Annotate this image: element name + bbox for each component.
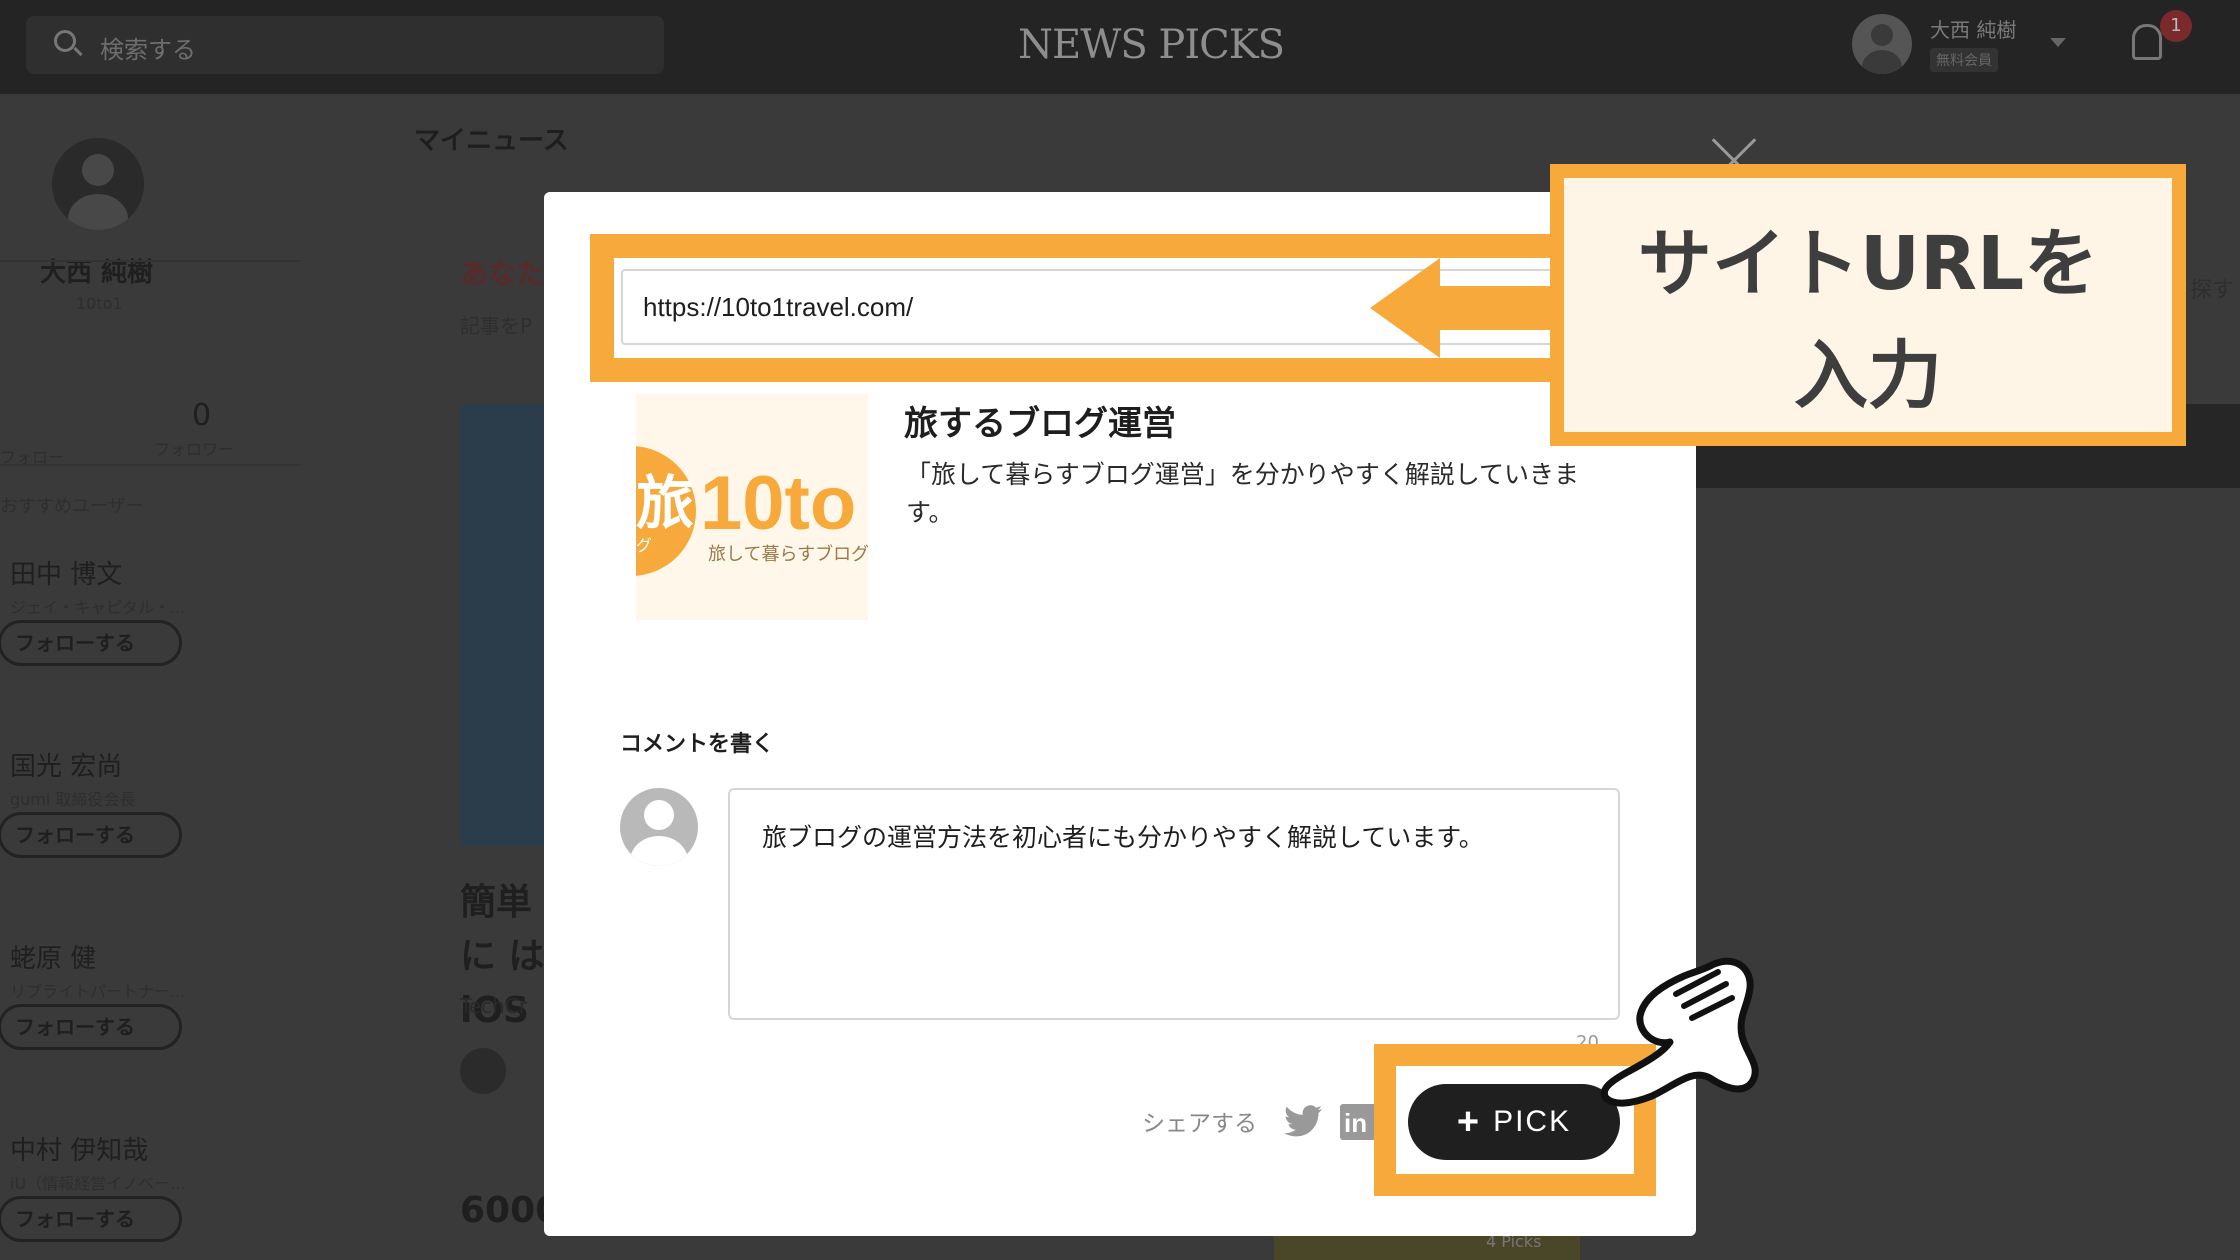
follower-label[interactable]: フォロワー — [154, 436, 234, 460]
chevron-down-icon[interactable] — [2050, 38, 2066, 47]
annotation-callout: サイトURLを 入力 — [1550, 164, 2186, 446]
callout-text: サイトURLを 入力 — [1564, 208, 2172, 432]
notification-badge: 1 — [2160, 10, 2192, 42]
preview-title: 旅するブログ運営 — [904, 404, 1176, 444]
commenter-avatar — [620, 788, 698, 866]
plus-icon: + — [1456, 1101, 1482, 1143]
left-sidebar: 大西 純樹 10to1 0 フォロー フォロワー おすすめユーザー 田中 博文 … — [0, 94, 300, 1260]
linkedin-icon[interactable]: in — [1340, 1104, 1376, 1140]
user-name[interactable]: 蛯原 健 — [10, 938, 96, 975]
search-placeholder: 検索する — [100, 36, 196, 64]
page-title: マイニュース — [414, 126, 569, 156]
recommend-users-heading: おすすめユーザー — [0, 496, 144, 517]
pointer-hand-icon — [1600, 957, 1759, 1107]
profile-avatar[interactable] — [52, 138, 144, 230]
follow-button[interactable]: フォローする — [0, 812, 182, 858]
logo-small-char: グ — [636, 536, 653, 555]
source-avatar — [460, 1048, 506, 1094]
recommended-user: 蛯原 健 リブライトパートナー... フォローする — [0, 938, 300, 1098]
comment-label: コメントを書く — [620, 732, 775, 757]
article-source: TechCr — [460, 994, 527, 1018]
member-badge: 無料会員 — [1930, 48, 1998, 72]
twitter-icon[interactable] — [1284, 1104, 1324, 1140]
profile-id: 10to1 — [76, 294, 123, 313]
pick-button[interactable]: + PICK — [1408, 1084, 1620, 1160]
follow-button[interactable]: フォローする — [0, 1196, 182, 1242]
follow-button[interactable]: フォローする — [0, 620, 182, 666]
user-title: リブライトパートナー... — [10, 982, 186, 1001]
right-panel-text: 探す — [2190, 278, 2235, 303]
user-name[interactable]: 国光 宏尚 — [10, 746, 122, 783]
search-icon — [54, 30, 76, 52]
header-username[interactable]: 大西 純樹 — [1930, 14, 2016, 43]
logo-circle-char: 旅 — [636, 469, 695, 537]
user-title: ジェイ・キャピタル・... — [10, 598, 186, 617]
pick-button-label: PICK — [1493, 1105, 1572, 1138]
bell-icon[interactable] — [2132, 24, 2162, 60]
top-navigation-bar: 検索する NEWS PICKS 大西 純樹 無料会員 1 — [0, 0, 2240, 94]
user-title: iU（情報経営イノベー... — [10, 1174, 186, 1193]
sidebar-divider — [0, 260, 300, 262]
share-label: シェアする — [1142, 1111, 1257, 1137]
user-avatar[interactable] — [1852, 14, 1912, 74]
newspicks-logo[interactable]: NEWS PICKS — [1018, 22, 1285, 68]
profile-name[interactable]: 大西 純樹 — [40, 252, 153, 289]
recommended-user: 中村 伊知哉 iU（情報経営イノベー... フォローする — [0, 1130, 300, 1260]
sidebar-divider — [0, 464, 300, 466]
callout-line: サイトURLを — [1637, 221, 2099, 307]
recommended-user: 田中 博文 ジェイ・キャピタル・... フォローする — [0, 554, 300, 714]
follow-button[interactable]: フォローする — [0, 1004, 182, 1050]
user-name[interactable]: 中村 伊知哉 — [10, 1130, 148, 1167]
brand-tagline: 旅して暮らすブログ — [708, 544, 868, 565]
follower-count[interactable]: 0 — [192, 398, 211, 433]
feed-section-title: あなた — [460, 257, 545, 290]
brand-logo-text: 10to — [700, 461, 857, 546]
article-thumbnail: 旅 グ 10to 旅して暮らすブログ — [636, 394, 868, 620]
user-title: gumi 取締役会長 — [10, 790, 136, 809]
callout-line: 入力 — [1794, 333, 1942, 419]
preview-description: 「旅して暮らすブログ運営」を分かりやすく解説していきます。 — [906, 460, 1580, 527]
feed-section-subtitle: 記事をP — [460, 314, 533, 338]
user-name[interactable]: 田中 博文 — [10, 554, 122, 591]
recommended-user: 国光 宏尚 gumi 取締役会長 フォローする — [0, 746, 300, 906]
arrow-left-icon — [1370, 258, 1560, 358]
comment-textarea[interactable]: 旅ブログの運営方法を初心者にも分かりやすく解説しています。 — [728, 788, 1620, 1020]
